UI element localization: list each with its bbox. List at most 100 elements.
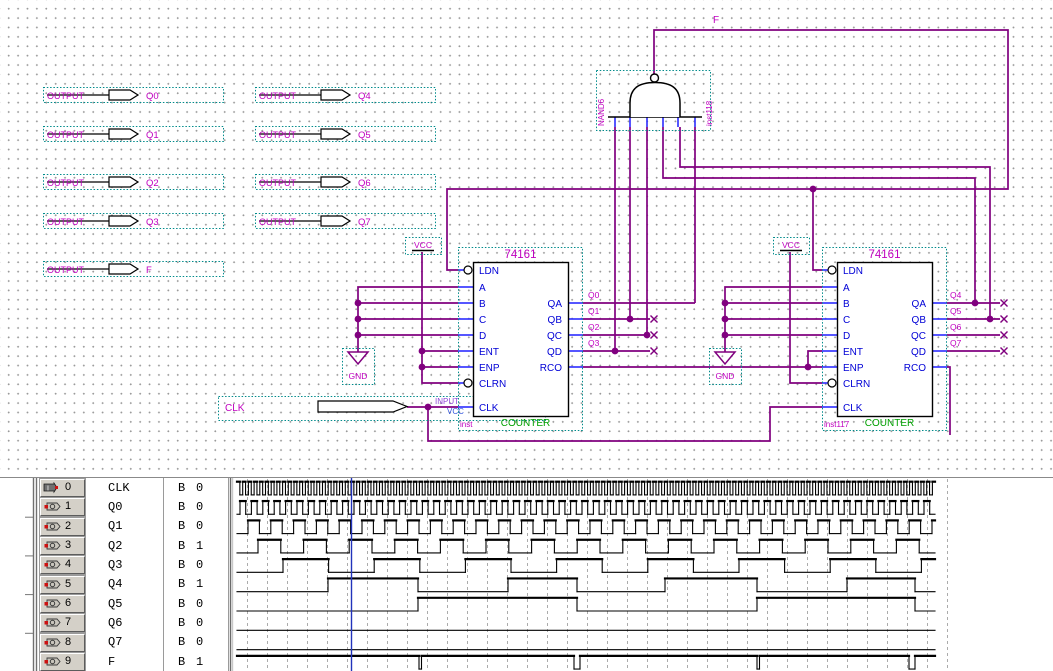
junction-dot [721,331,729,339]
wave-row-handle-Q7[interactable]: 8 [39,632,86,653]
schematic-pane[interactable]: OUTPUT Q0 OUTPUT Q1 OUTPUT Q2 OUTPUT Q3 OUTPUT F O… [0,0,1053,475]
wave-signal-name-CLK[interactable]: CLK [108,481,130,495]
wire-net-f-ldn2[interactable] [812,189,822,271]
wave-signal-name-Q2[interactable]: Q2 [108,539,122,553]
inverter-bubble-icon [463,265,473,275]
gnd-symbol[interactable]: GND [346,351,370,381]
wave-row-handle-Q3[interactable]: 4 [39,555,86,576]
pin-name-CLRN: CLRN [479,379,506,390]
pin-label: Q4 [358,91,371,102]
pin-name-D: D [843,331,850,342]
output-pin-Q2[interactable]: OUTPUT Q2 [43,174,224,190]
wave-row-handle-Q4[interactable]: 5 [39,574,86,595]
pin-name-D: D [479,331,486,342]
output-port-text: OUTPUT [259,130,297,140]
wire-vcc1-drop[interactable] [421,252,458,384]
wave-signal-name-Q1[interactable]: Q1 [108,519,122,533]
wave-signal-value: 0 [196,519,204,534]
waveform-pane[interactable]: I 0 CLK B 0 1 Q0 B 0 2 Q1 B 0 3 Q2 B 1 4 Q3 B 0 5 Q4 B 1 6 Q5 B 0 7 Q6… [0,477,1053,671]
wave-row-handle-Q1[interactable]: 2 [39,516,86,537]
wire-vcc2-drop[interactable] [789,252,822,384]
input-pin-icon: I [43,482,58,494]
junction-dot [611,347,619,355]
pin-name-B: B [843,299,850,310]
output-arrow-icon [108,176,140,188]
wave-trace-Q1 [236,519,937,535]
pin-name-QB: QB [912,315,927,326]
wave-row-number: 0 [65,481,72,493]
output-pin-icon [44,541,61,550]
pin-name-B: B [479,299,486,310]
inverter-bubble-icon [827,378,837,388]
pin-name-C: C [479,315,486,326]
output-port-text: OUTPUT [259,217,297,227]
wave-row-number: 2 [65,519,72,532]
pin-label: Q1 [146,130,159,141]
output-arrow-icon [320,128,352,140]
schematic-canvas[interactable]: OUTPUT Q0OUTPUT Q1OUTPUT Q2OUTPUT Q3OUTPUT FO… [0,0,1053,475]
wave-signal-name-Q3[interactable]: Q3 [108,558,122,572]
wire-net-f-main[interactable] [446,29,1009,271]
gnd-label: GND [716,371,735,381]
pin-name-C: C [843,315,850,326]
wave-row-handle-Q0[interactable]: 1 [39,497,86,518]
pin-name-QA: QA [912,299,927,310]
vcc-symbol[interactable]: VCC [780,240,802,252]
wire-nand-in5[interactable] [679,127,991,319]
junction-dot [721,315,729,323]
junction-dot [643,331,651,339]
wave-row-handle-Q2[interactable]: 3 [39,536,86,557]
dangling-x-icon [1000,331,1008,339]
output-pin-Q6[interactable]: OUTPUT Q6 [255,174,436,190]
wave-row-number: 6 [65,597,72,610]
dangling-x-icon [650,347,658,355]
junction-dot [986,315,994,323]
waveform-canvas[interactable] [0,478,1053,671]
wave-signal-name-Q0[interactable]: Q0 [108,500,122,514]
inverter-bubble-icon [463,378,473,388]
output-pin-Q3[interactable]: OUTPUT Q3 [43,213,224,229]
pin-label: F [146,265,152,276]
wave-signal-name-Q7[interactable]: Q7 [108,635,122,649]
wave-trace-Q4 [236,577,936,593]
wave-signal-name-Q5[interactable]: Q5 [108,597,122,611]
output-pin-F[interactable]: OUTPUT F [43,261,224,277]
output-pin-Q5[interactable]: OUTPUT Q5 [255,126,436,142]
wire-net-rco2[interactable] [947,366,951,435]
output-pin-Q7[interactable]: OUTPUT Q7 [255,213,436,229]
junction-dot [418,347,426,355]
wave-row-handle-F[interactable]: 9 [39,652,86,671]
wave-row-handle-CLK[interactable]: I0 [39,478,86,498]
pin-name-CLK: CLK [843,403,863,414]
nand6-gate[interactable]: NAND6 inst118 [597,73,714,127]
net-label-Q2: Q2 [588,322,600,332]
col-separator-2 [228,478,229,671]
counter-2-74161[interactable]: 74161 LDN ABCD ENT ENP CLRN CLK QA QB QC QD RCO COUN… [824,249,934,429]
junction-dot [721,299,729,307]
wave-row-handle-Q5[interactable]: 6 [39,594,86,615]
wave-signal-radix: B [178,635,186,650]
wave-signal-name-F[interactable]: F [108,655,115,669]
wave-row-handle-Q6[interactable]: 7 [39,613,86,634]
output-port-text: OUTPUT [47,217,85,227]
output-pin-icon [44,502,61,511]
wave-signal-name-Q4[interactable]: Q4 [108,577,122,591]
wave-signal-name-Q6[interactable]: Q6 [108,616,122,630]
dangling-x-icon [1000,299,1008,307]
output-arrow-icon [108,89,140,101]
pin-name-RCO: RCO [540,363,562,374]
output-pin-Q0[interactable]: OUTPUT Q0 [43,87,224,103]
wave-trace-F [235,654,937,670]
output-pin-Q1[interactable]: OUTPUT Q1 [43,126,224,142]
nand-inst-label: inst118 [705,100,714,126]
wave-signal-radix: B [178,577,186,592]
pin-name-ENP: ENP [479,363,500,374]
output-pin-icon [44,580,61,589]
nand-type-label: NAND6 [597,98,606,126]
vcc-symbol[interactable]: VCC [412,240,434,252]
pin-label: Q0 [146,91,159,102]
wave-signal-value: 0 [196,635,204,650]
counter-1-74161[interactable]: 74161 LDN ABCD ENT ENP CLRN CLK QA QB QC QD RCO COUN… [460,249,570,429]
output-pin-Q4[interactable]: OUTPUT Q4 [255,87,436,103]
wave-signal-value: 1 [196,654,204,669]
